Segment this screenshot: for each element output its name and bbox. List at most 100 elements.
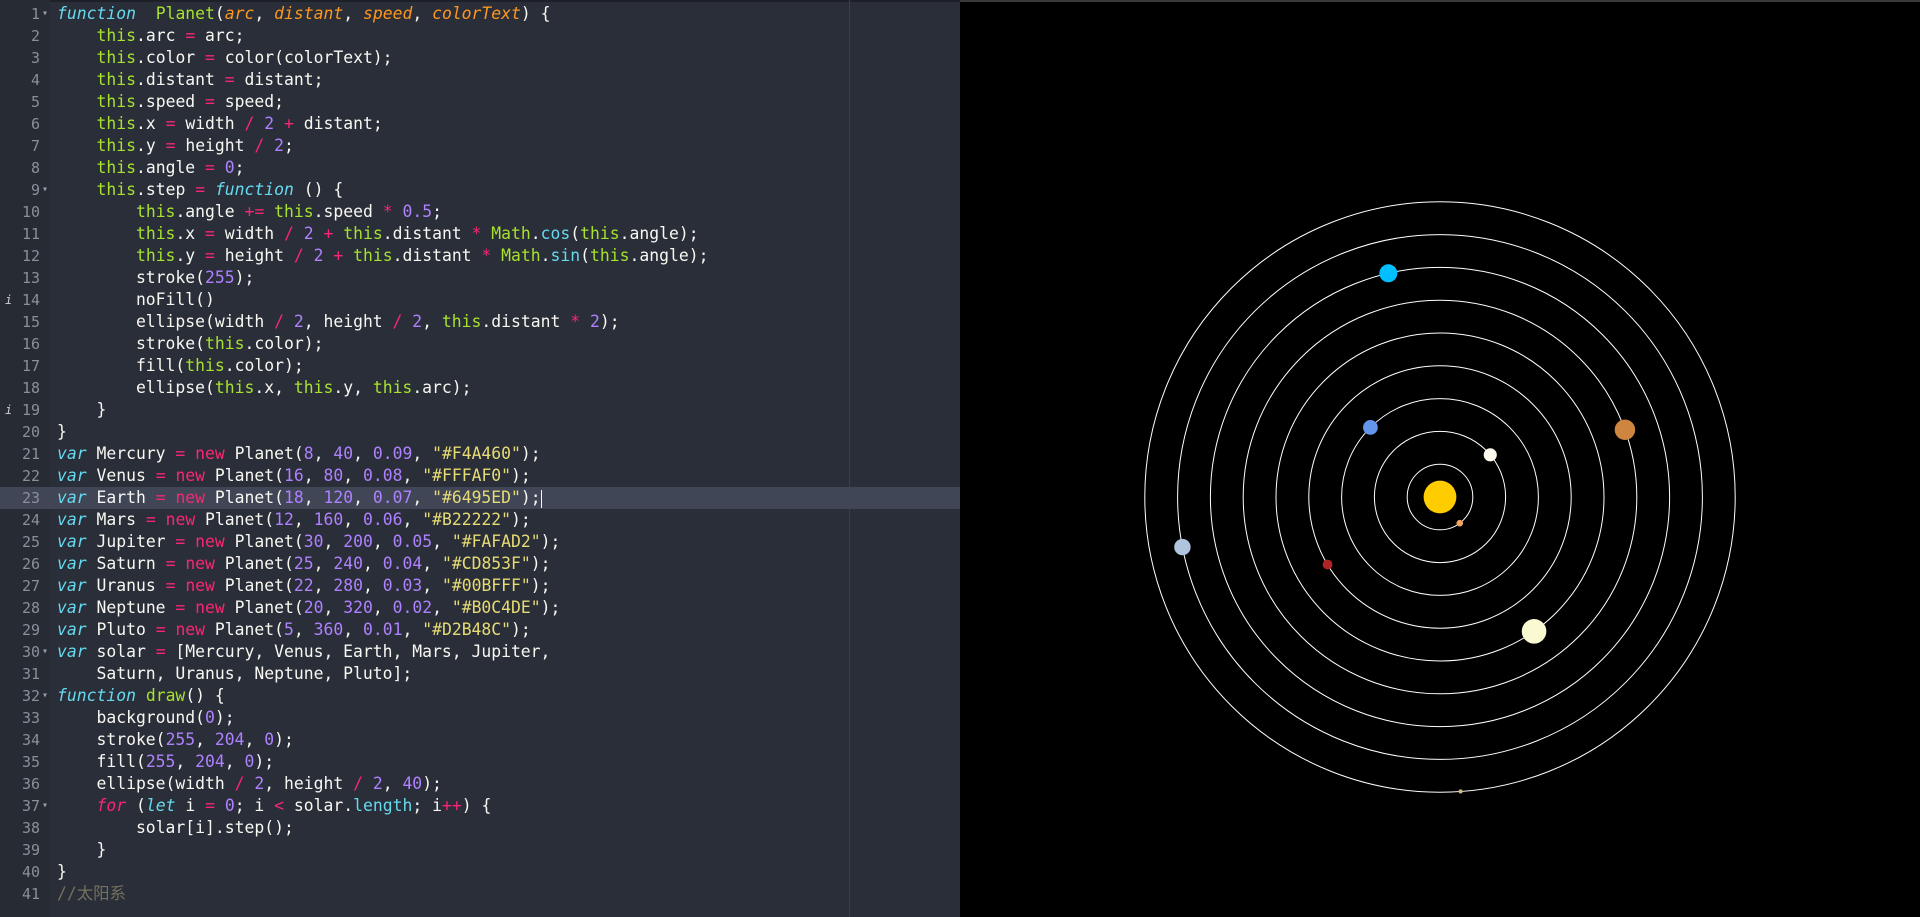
code-token: this	[96, 114, 136, 133]
code-line[interactable]: 14 i noFill()	[0, 289, 960, 311]
code-line[interactable]: 24 var Mars = new Planet(12, 160, 0.06, "…	[0, 509, 960, 531]
fold-toggle-icon[interactable]: ▾	[41, 685, 49, 707]
fold-toggle-icon[interactable]: ▾	[41, 179, 49, 201]
code-text[interactable]: fill(255, 204, 0);	[57, 751, 274, 773]
code-text[interactable]: var Neptune = new Planet(20, 320, 0.02, …	[57, 597, 560, 619]
code-line[interactable]: 9 ▾ this.step = function () {	[0, 179, 960, 201]
code-line[interactable]: 23 var Earth = new Planet(18, 120, 0.07, …	[0, 487, 960, 509]
code-line[interactable]: 15 ellipse(width / 2, height / 2, this.d…	[0, 311, 960, 333]
code-token: ,	[412, 488, 433, 507]
code-line[interactable]: 17 fill(this.color);	[0, 355, 960, 377]
code-text[interactable]: var Jupiter = new Planet(30, 200, 0.05, …	[57, 531, 560, 553]
code-line[interactable]: 36 ellipse(width / 2, height / 2, 40);	[0, 773, 960, 795]
code-text[interactable]: this.y = height / 2 + this.distant * Mat…	[57, 245, 709, 267]
code-line[interactable]: 7 this.y = height / 2;	[0, 135, 960, 157]
code-line[interactable]: 34 stroke(255, 204, 0);	[0, 729, 960, 751]
code-text[interactable]: ellipse(width / 2, height / 2, this.dist…	[57, 311, 620, 333]
code-text[interactable]: }	[57, 839, 106, 861]
code-text[interactable]: noFill()	[57, 289, 215, 311]
code-text[interactable]: this.color = color(colorText);	[57, 47, 392, 69]
code-text[interactable]: //太阳系	[57, 883, 126, 905]
code-line[interactable]: 16 stroke(this.color);	[0, 333, 960, 355]
code-line[interactable]: 1 ▾ function Planet(arc, distant, speed, c…	[0, 3, 960, 25]
code-line[interactable]: 41 //太阳系	[0, 883, 960, 905]
code-line[interactable]: 5 this.speed = speed;	[0, 91, 960, 113]
code-text[interactable]: for (let i = 0; i < solar.length; i++) {	[57, 795, 491, 817]
code-line[interactable]: 12 this.y = height / 2 + this.distant * …	[0, 245, 960, 267]
code-line[interactable]: 31 Saturn, Uranus, Neptune, Pluto];	[0, 663, 960, 685]
code-text[interactable]: function draw() {	[57, 685, 225, 707]
code-text[interactable]: this.step = function () {	[57, 179, 343, 201]
fold-toggle-icon[interactable]: ▾	[41, 3, 49, 25]
code-text[interactable]: this.angle += this.speed * 0.5;	[57, 201, 442, 223]
code-line[interactable]: 39 }	[0, 839, 960, 861]
code-text[interactable]: this.x = width / 2 + distant;	[57, 113, 382, 135]
code-text[interactable]: var Saturn = new Planet(25, 240, 0.04, "…	[57, 553, 551, 575]
code-line[interactable]: 35 fill(255, 204, 0);	[0, 751, 960, 773]
code-line[interactable]: 4 this.distant = distant;	[0, 69, 960, 91]
code-line[interactable]: 6 this.x = width / 2 + distant;	[0, 113, 960, 135]
code-text[interactable]: background(0);	[57, 707, 234, 729]
code-line[interactable]: 20}	[0, 421, 960, 443]
code-line[interactable]: 18 ellipse(this.x, this.y, this.arc);	[0, 377, 960, 399]
code-line[interactable]: 8 this.angle = 0;	[0, 157, 960, 179]
code-text[interactable]: }	[57, 421, 67, 443]
code-text[interactable]: function Planet(arc, distant, speed, col…	[57, 3, 551, 25]
code-text[interactable]: var Venus = new Planet(16, 80, 0.08, "#F…	[57, 465, 531, 487]
info-annotation-icon[interactable]: i	[5, 399, 12, 421]
code-line[interactable]: 21 var Mercury = new Planet(8, 40, 0.09, …	[0, 443, 960, 465]
code-text[interactable]: var Earth = new Planet(18, 120, 0.07, "#…	[57, 487, 542, 509]
code-text[interactable]: this.y = height / 2;	[57, 135, 293, 157]
code-text[interactable]: fill(this.color);	[57, 355, 304, 377]
code-text[interactable]: }	[57, 399, 106, 421]
code-line[interactable]: 3 this.color = color(colorText);	[0, 47, 960, 69]
code-token: function	[57, 686, 136, 705]
code-text[interactable]: stroke(255);	[57, 267, 254, 289]
code-line[interactable]: 19 i }	[0, 399, 960, 421]
code-text[interactable]: solar[i].step();	[57, 817, 294, 839]
code-text[interactable]: var solar = [Mercury, Venus, Earth, Mars…	[57, 641, 550, 663]
code-text[interactable]: this.distant = distant;	[57, 69, 323, 91]
code-text[interactable]: this.arc = arc;	[57, 25, 244, 47]
code-line[interactable]: 22 var Venus = new Planet(16, 80, 0.08, "…	[0, 465, 960, 487]
code-text[interactable]: Saturn, Uranus, Neptune, Pluto];	[57, 663, 412, 685]
code-text[interactable]: this.angle = 0;	[57, 157, 244, 179]
code-line[interactable]: 28 var Neptune = new Planet(20, 320, 0.02…	[0, 597, 960, 619]
code-line[interactable]: 13 stroke(255);	[0, 267, 960, 289]
code-lines[interactable]: 1 ▾ function Planet(arc, distant, speed, c…	[0, 3, 960, 905]
code-token: "#FFFAF0"	[422, 466, 512, 485]
info-annotation-icon[interactable]: i	[5, 289, 12, 311]
code-editor[interactable]: 1 ▾ function Planet(arc, distant, speed, c…	[0, 0, 960, 917]
code-token: ,	[402, 466, 423, 485]
code-text[interactable]: ellipse(this.x, this.y, this.arc);	[57, 377, 472, 399]
code-text[interactable]: var Mars = new Planet(12, 160, 0.06, "#B…	[57, 509, 531, 531]
code-text[interactable]: }	[57, 861, 67, 883]
code-token: ,	[402, 510, 423, 529]
fold-toggle-icon[interactable]: ▾	[41, 641, 49, 663]
code-line[interactable]: 25 var Jupiter = new Planet(30, 200, 0.05…	[0, 531, 960, 553]
code-line[interactable]: 11 this.x = width / 2 + this.distant * M…	[0, 223, 960, 245]
code-text[interactable]: var Mercury = new Planet(8, 40, 0.09, "#…	[57, 443, 541, 465]
code-line[interactable]: 30 ▾ var solar = [Mercury, Venus, Earth, M…	[0, 641, 960, 663]
code-line[interactable]: 33 background(0);	[0, 707, 960, 729]
code-line[interactable]: 2 this.arc = arc;	[0, 25, 960, 47]
code-text[interactable]: this.speed = speed;	[57, 91, 284, 113]
code-line[interactable]: 27 var Uranus = new Planet(22, 280, 0.03,…	[0, 575, 960, 597]
code-line[interactable]: 32 ▾ function draw() {	[0, 685, 960, 707]
fold-toggle-icon[interactable]: ▾	[41, 795, 49, 817]
code-text[interactable]: var Pluto = new Planet(5, 360, 0.01, "#D…	[57, 619, 531, 641]
code-text[interactable]: stroke(this.color);	[57, 333, 324, 355]
code-text[interactable]: var Uranus = new Planet(22, 280, 0.03, "…	[57, 575, 551, 597]
code-text[interactable]: ellipse(width / 2, height / 2, 40);	[57, 773, 441, 795]
code-line[interactable]: 37 ▾ for (let i = 0; i < solar.length; i+…	[0, 795, 960, 817]
code-line[interactable]: 38 solar[i].step();	[0, 817, 960, 839]
code-line[interactable]: 29 var Pluto = new Planet(5, 360, 0.01, "…	[0, 619, 960, 641]
code-line[interactable]: 40}	[0, 861, 960, 883]
code-line[interactable]: 26 var Saturn = new Planet(25, 240, 0.04,…	[0, 553, 960, 575]
code-line[interactable]: 10 this.angle += this.speed * 0.5;	[0, 201, 960, 223]
code-text[interactable]: this.x = width / 2 + this.distant * Math…	[57, 223, 699, 245]
code-text[interactable]: stroke(255, 204, 0);	[57, 729, 293, 751]
